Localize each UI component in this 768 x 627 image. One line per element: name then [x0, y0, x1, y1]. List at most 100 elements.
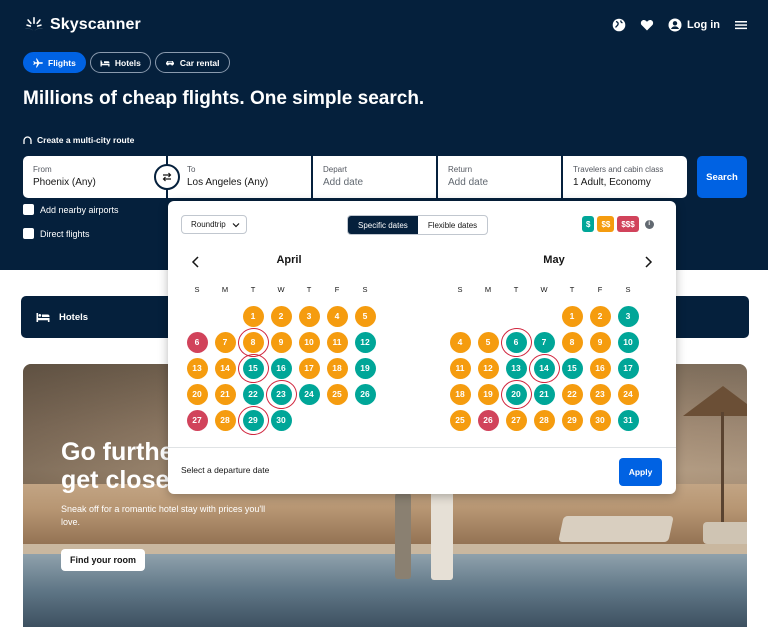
day-may-8[interactable]: 8: [561, 331, 583, 353]
weekday-label: S: [457, 285, 463, 294]
from-field[interactable]: From Phoenix (Any): [23, 156, 166, 198]
apply-button[interactable]: Apply: [619, 458, 662, 486]
day-may-25[interactable]: 25: [449, 409, 471, 431]
day-may-21[interactable]: 21: [533, 383, 555, 405]
day-april-12[interactable]: 12: [354, 331, 376, 353]
chevron-left-icon[interactable]: [189, 255, 203, 269]
day-may-13[interactable]: 13: [505, 357, 527, 379]
nearby-airports-option[interactable]: Add nearby airports: [23, 204, 119, 215]
login-link[interactable]: Log in: [668, 18, 720, 32]
day-may-11[interactable]: 11: [449, 357, 471, 379]
tab-specific-dates[interactable]: Specific dates: [348, 216, 418, 234]
date-picker-footer: Select a departure date Apply: [168, 447, 676, 494]
multi-city-link[interactable]: Create a multi-city route: [23, 135, 134, 145]
day-may-24[interactable]: 24: [617, 383, 639, 405]
menu-icon[interactable]: [734, 18, 748, 32]
day-april-7[interactable]: 7: [214, 331, 236, 353]
find-room-button[interactable]: Find your room: [61, 549, 145, 571]
day-may-14[interactable]: 14: [533, 357, 555, 379]
swap-button[interactable]: [154, 164, 180, 190]
day-may-20[interactable]: 20: [505, 383, 527, 405]
direct-flights-checkbox[interactable]: [23, 228, 34, 239]
day-may-30[interactable]: 30: [589, 409, 611, 431]
chevron-right-icon[interactable]: [641, 255, 655, 269]
day-april-11[interactable]: 11: [326, 331, 348, 353]
day-april-25[interactable]: 25: [326, 383, 348, 405]
day-april-21[interactable]: 21: [214, 383, 236, 405]
day-april-26[interactable]: 26: [354, 383, 376, 405]
return-field[interactable]: Return Add date: [438, 156, 561, 198]
direct-flights-option[interactable]: Direct flights: [23, 228, 90, 239]
day-april-3[interactable]: 3: [298, 305, 320, 327]
globe-icon[interactable]: [612, 18, 626, 32]
day-may-31[interactable]: 31: [617, 409, 639, 431]
tab-flexible-dates[interactable]: Flexible dates: [418, 216, 487, 234]
day-april-1[interactable]: 1: [242, 305, 264, 327]
to-label: To: [187, 165, 196, 174]
to-field[interactable]: To Los Angeles (Any): [168, 156, 311, 198]
route-icon: [23, 135, 32, 144]
date-picker-popup: Roundtrip Specific dates Flexible dates …: [168, 201, 676, 494]
day-may-28[interactable]: 28: [533, 409, 555, 431]
day-may-18[interactable]: 18: [449, 383, 471, 405]
tab-hotels[interactable]: Hotels: [89, 52, 151, 73]
trip-type-select[interactable]: Roundtrip: [181, 215, 247, 234]
day-may-3[interactable]: 3: [617, 305, 639, 327]
day-may-29[interactable]: 29: [561, 409, 583, 431]
day-april-16[interactable]: 16: [270, 357, 292, 379]
trip-type-value: Roundtrip: [191, 220, 226, 229]
day-april-24[interactable]: 24: [298, 383, 320, 405]
day-may-5[interactable]: 5: [477, 331, 499, 353]
depart-field[interactable]: Depart Add date: [313, 156, 436, 198]
info-icon[interactable]: i: [644, 219, 654, 229]
day-april-18[interactable]: 18: [326, 357, 348, 379]
day-may-22[interactable]: 22: [561, 383, 583, 405]
day-april-15[interactable]: 15: [242, 357, 264, 379]
day-may-4[interactable]: 4: [449, 331, 471, 353]
nearby-airports-checkbox[interactable]: [23, 204, 34, 215]
day-april-6[interactable]: 6: [186, 331, 208, 353]
day-april-5[interactable]: 5: [354, 305, 376, 327]
day-april-19[interactable]: 19: [354, 357, 376, 379]
day-may-12[interactable]: 12: [477, 357, 499, 379]
day-may-23[interactable]: 23: [589, 383, 611, 405]
heart-icon[interactable]: [640, 18, 654, 32]
travelers-field[interactable]: Travelers and cabin class 1 Adult, Econo…: [563, 156, 687, 198]
day-may-10[interactable]: 10: [617, 331, 639, 353]
day-april-10[interactable]: 10: [298, 331, 320, 353]
day-april-29[interactable]: 29: [242, 409, 264, 431]
tab-flights[interactable]: Flights: [23, 52, 86, 73]
day-april-13[interactable]: 13: [186, 357, 208, 379]
tab-car-rental[interactable]: Car rental: [154, 52, 230, 73]
day-may-19[interactable]: 19: [477, 383, 499, 405]
day-may-1[interactable]: 1: [561, 305, 583, 327]
day-may-2[interactable]: 2: [589, 305, 611, 327]
day-may-26[interactable]: 26: [477, 409, 499, 431]
day-may-15[interactable]: 15: [561, 357, 583, 379]
day-april-23[interactable]: 23: [270, 383, 292, 405]
day-may-9[interactable]: 9: [589, 331, 611, 353]
month-title-april: April: [276, 254, 302, 266]
day-april-17[interactable]: 17: [298, 357, 320, 379]
day-may-17[interactable]: 17: [617, 357, 639, 379]
day-april-20[interactable]: 20: [186, 383, 208, 405]
day-april-30[interactable]: 30: [270, 409, 292, 431]
weekday-label: S: [362, 285, 368, 294]
skyscanner-logo[interactable]: Skyscanner: [24, 16, 141, 34]
return-label: Return: [448, 165, 473, 174]
weekday-label: W: [540, 285, 548, 294]
day-april-27[interactable]: 27: [186, 409, 208, 431]
day-april-14[interactable]: 14: [214, 357, 236, 379]
day-april-28[interactable]: 28: [214, 409, 236, 431]
search-button[interactable]: Search: [697, 156, 747, 198]
day-may-6[interactable]: 6: [505, 331, 527, 353]
day-april-2[interactable]: 2: [270, 305, 292, 327]
day-may-27[interactable]: 27: [505, 409, 527, 431]
day-may-16[interactable]: 16: [589, 357, 611, 379]
day-april-22[interactable]: 22: [242, 383, 264, 405]
to-value: Los Angeles (Any): [187, 177, 269, 188]
day-april-9[interactable]: 9: [270, 331, 292, 353]
day-april-4[interactable]: 4: [326, 305, 348, 327]
day-may-7[interactable]: 7: [533, 331, 555, 353]
day-april-8[interactable]: 8: [242, 331, 264, 353]
